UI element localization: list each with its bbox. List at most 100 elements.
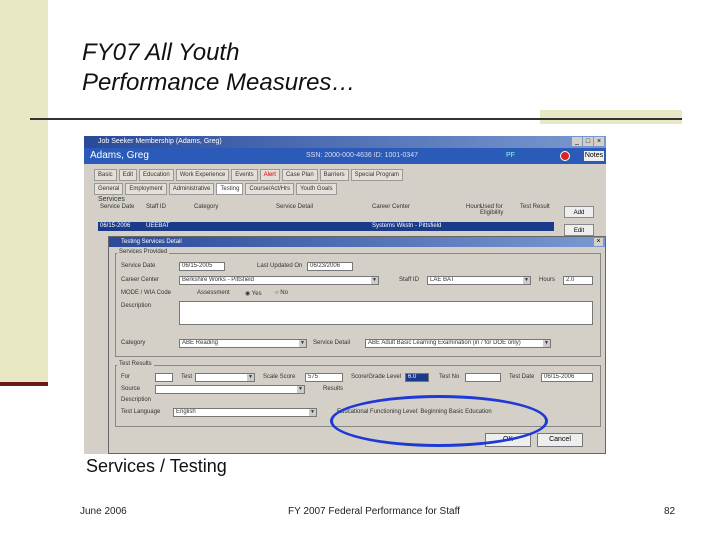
chevron-down-icon[interactable]: ▼: [309, 409, 316, 416]
category-value: ABE Reading: [182, 340, 219, 346]
test-no-label: Test No: [439, 374, 460, 380]
tab-education[interactable]: Education: [139, 169, 174, 181]
career-center-select[interactable]: Berkshire Works - Pittsfield ▼: [179, 276, 379, 285]
cancel-button[interactable]: Cancel: [537, 433, 583, 447]
results-label: Results: [323, 386, 344, 392]
footer-date: June 2006: [80, 506, 127, 517]
participant-ids: SSN: 2000-000-4636 ID: 1001-0347: [306, 152, 419, 159]
staff-id-value: LAE BAT: [430, 277, 455, 283]
app-window-title: Job Seeker Membership (Adams, Greg): [98, 138, 222, 145]
grade-level-label: Score/Grade Level: [351, 374, 402, 380]
pf-indicator: PF: [506, 152, 515, 159]
scale-score-label: Scale Score: [263, 374, 296, 380]
chevron-down-icon[interactable]: ▼: [299, 340, 306, 347]
service-date-field[interactable]: 06/15-2005: [179, 262, 225, 271]
wia-code-label: MODE / WIA Code: [121, 290, 172, 296]
hours-field[interactable]: 2.0: [563, 276, 593, 285]
minimize-icon[interactable]: _: [572, 137, 582, 146]
chevron-down-icon[interactable]: ▼: [371, 277, 378, 284]
test-language-value: English: [176, 409, 196, 415]
col-test-result: Test Result: [520, 204, 550, 210]
slide-title-line2: Performance Measures…: [82, 69, 356, 96]
participant-header: Adams, Greg SSN: 2000-000-4636 ID: 1001-…: [84, 148, 606, 164]
tab-work-experience[interactable]: Work Experience: [175, 169, 230, 181]
tab-case-plan[interactable]: Case Plan: [281, 169, 318, 181]
close-icon[interactable]: ×: [594, 137, 604, 146]
tab-alert[interactable]: Alert: [259, 169, 280, 181]
test-language-select[interactable]: English ▼: [173, 408, 317, 417]
tab-course-act-hrs[interactable]: Course/Act/Hrs: [245, 183, 295, 195]
radio-no[interactable]: ○ No: [275, 290, 288, 296]
col-service-date: Service Date: [100, 204, 135, 210]
right-accent-band: [540, 110, 682, 124]
services-section-label: Services: [98, 196, 125, 203]
highlight-circle: [330, 395, 548, 447]
dialog-titlebar: Testing Services Detail ×: [109, 237, 605, 247]
participant-name: Adams, Greg: [90, 150, 149, 161]
tab-youth-goals[interactable]: Youth Goals: [296, 183, 337, 195]
slide-title-line1: FY07 All Youth: [82, 39, 240, 66]
notes-button[interactable]: Notes: [584, 151, 604, 161]
tab-testing[interactable]: Testing: [216, 183, 244, 195]
staff-id-select[interactable]: LAE BAT ▼: [427, 276, 531, 285]
description2-label: Description: [121, 397, 152, 403]
chevron-down-icon[interactable]: ▼: [247, 374, 254, 381]
radio-yes[interactable]: ◉ Yes: [245, 290, 262, 297]
tab-general[interactable]: General: [94, 183, 124, 195]
hours-label: Hours: [539, 277, 556, 283]
tab-administrative[interactable]: Administrative: [168, 183, 215, 195]
secondary-tabs: General Employment Administrative Testin…: [94, 183, 337, 195]
col-career-center: Career Center: [372, 204, 411, 210]
slide-caption: Services / Testing: [86, 456, 227, 476]
test-results-label: Test Results: [117, 361, 154, 367]
left-accent-rule: [0, 382, 48, 386]
service-detail-select[interactable]: ABE Adult Basic Learning Examination (in…: [365, 339, 551, 348]
table-row[interactable]: 06/15-2006 UEEBAT Systems Wkstn - Pittsf…: [98, 222, 554, 231]
description-label: Description: [121, 303, 152, 309]
test-language-label: Test Language: [121, 409, 161, 415]
chevron-down-icon[interactable]: ▼: [523, 277, 530, 284]
test-select[interactable]: ▼: [195, 373, 255, 382]
test-label: Test: [181, 374, 193, 380]
page-number: 82: [664, 506, 676, 517]
grade-level-field[interactable]: 6.0: [405, 373, 429, 382]
career-center-label: Career Center: [121, 277, 160, 283]
service-detail-value: ABE Adult Basic Learning Examination (in…: [368, 340, 521, 346]
services-column-headers: Service Date Staff ID Category Service D…: [98, 204, 552, 216]
category-label: Category: [121, 340, 146, 346]
for-field[interactable]: [155, 373, 173, 382]
left-accent-band: [0, 0, 48, 384]
career-center-value: Berkshire Works - Pittsfield: [182, 277, 254, 283]
scale-score-field[interactable]: 575: [305, 373, 343, 382]
chevron-down-icon[interactable]: ▼: [543, 340, 550, 347]
test-no-field[interactable]: [465, 373, 501, 382]
stop-icon[interactable]: [560, 151, 570, 161]
close-icon[interactable]: ×: [594, 238, 603, 246]
radio-no-label: No: [280, 290, 288, 296]
maximize-icon[interactable]: □: [583, 137, 593, 146]
last-updated-field: 06/23/2006: [307, 262, 353, 271]
service-date-label: Service Date: [121, 263, 156, 269]
category-select[interactable]: ABE Reading ▼: [179, 339, 307, 348]
tab-events[interactable]: Events: [231, 169, 258, 181]
add-button[interactable]: Add: [564, 206, 594, 218]
staff-id-label: Staff ID: [399, 277, 419, 283]
dialog-title: Testing Services Detail: [121, 239, 182, 245]
edit-button[interactable]: Edit: [564, 224, 594, 236]
description-textarea[interactable]: [179, 301, 593, 325]
test-date-field[interactable]: 06/15-2006: [541, 373, 593, 382]
footer-center-text: FY 2007 Federal Performance for Staff: [288, 506, 460, 517]
tab-basic[interactable]: Basic: [94, 169, 117, 181]
tab-edit[interactable]: Edit: [118, 169, 138, 181]
chevron-down-icon[interactable]: ▼: [297, 386, 304, 393]
primary-tabs: Basic Edit Education Work Experience Eve…: [94, 169, 404, 181]
row-staff-id: UEEBAT: [146, 223, 170, 229]
tab-special-program[interactable]: Special Program: [350, 169, 404, 181]
for-label: For: [121, 374, 130, 380]
tab-barriers[interactable]: Barriers: [319, 169, 349, 181]
test-date-label: Test Date: [509, 374, 535, 380]
service-detail-label: Service Detail: [313, 340, 351, 346]
source-select[interactable]: ▼: [155, 385, 305, 394]
tab-employment[interactable]: Employment: [125, 183, 167, 195]
row-career-center: Systems Wkstn - Pittsfield: [372, 223, 442, 229]
